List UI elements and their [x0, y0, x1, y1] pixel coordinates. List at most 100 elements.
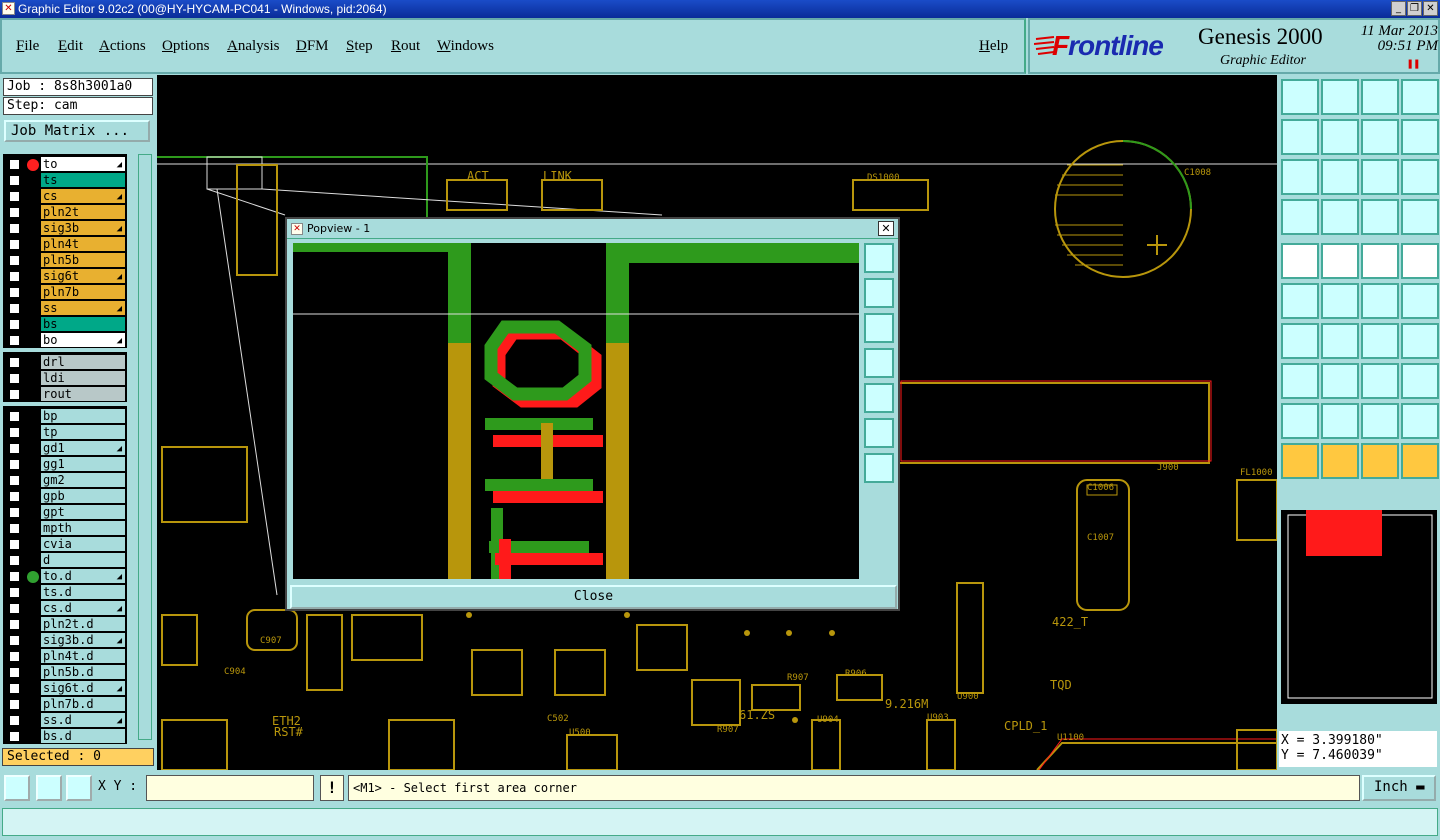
home-icon[interactable]: [1361, 79, 1399, 115]
layer-row[interactable]: d: [3, 552, 127, 568]
layer-name[interactable]: pln2t: [41, 205, 125, 219]
grid-icon[interactable]: [1321, 199, 1359, 235]
move-up-icon[interactable]: [1281, 79, 1319, 115]
layer-checkbox[interactable]: [9, 303, 20, 314]
layer-row[interactable]: bs.d: [3, 728, 127, 744]
layer-name[interactable]: sig3b.d ◢: [41, 633, 125, 647]
layer-checkbox[interactable]: [9, 523, 20, 534]
layer-name[interactable]: bs: [41, 317, 125, 331]
layer-checkbox[interactable]: [9, 255, 20, 266]
menu-file[interactable]: File: [16, 38, 39, 55]
popview-zoom-fit-button[interactable]: [864, 243, 894, 273]
layer-name[interactable]: ldi: [41, 371, 125, 385]
pointer-box-icon[interactable]: [1321, 443, 1359, 479]
layer-checkbox[interactable]: [9, 731, 20, 742]
layer-row[interactable]: drl: [3, 354, 127, 370]
layer-row[interactable]: sig6t.d ◢: [3, 680, 127, 696]
layer-checkbox[interactable]: [9, 335, 20, 346]
layer-row[interactable]: gpt: [3, 504, 127, 520]
layer-name[interactable]: cvia: [41, 537, 125, 551]
menu-actions[interactable]: Actions: [99, 38, 146, 55]
popview-close-button[interactable]: Close: [290, 585, 897, 609]
pan-left-icon[interactable]: [1281, 119, 1319, 155]
pad-tool-icon[interactable]: [1281, 363, 1319, 399]
layer-row[interactable]: sig6t ◢: [3, 268, 127, 284]
layer-checkbox[interactable]: [9, 191, 20, 202]
layer-name[interactable]: pln4t: [41, 237, 125, 251]
layer-row[interactable]: to.d ◢: [3, 568, 127, 584]
add-point2-icon[interactable]: [1401, 283, 1439, 319]
layer-row[interactable]: mpth: [3, 520, 127, 536]
select-box-icon[interactable]: [1401, 243, 1439, 279]
layer-row[interactable]: pln2t: [3, 204, 127, 220]
layer-name[interactable]: cs.d ◢: [41, 601, 125, 615]
redraw-icon[interactable]: [1401, 119, 1439, 155]
layer-name[interactable]: pln5b: [41, 253, 125, 267]
ruler-icon[interactable]: [1361, 243, 1399, 279]
connect-icon[interactable]: [1281, 283, 1319, 319]
layer-row[interactable]: pln2t.d: [3, 616, 127, 632]
layer-name[interactable]: pln2t.d: [41, 617, 125, 631]
popview-pan-left-button[interactable]: [864, 348, 894, 378]
layer-checkbox[interactable]: [9, 699, 20, 710]
layer-name[interactable]: pln7b.d: [41, 697, 125, 711]
menu-dfm[interactable]: DFM: [296, 38, 329, 55]
layer-row[interactable]: pln7b: [3, 284, 127, 300]
layer-name[interactable]: gd1 ◢: [41, 441, 125, 455]
popview-pan-down-button[interactable]: [864, 313, 894, 343]
edit-line-icon[interactable]: [1321, 363, 1359, 399]
layer-checkbox[interactable]: [9, 667, 20, 678]
layer-row[interactable]: cs ◢: [3, 188, 127, 204]
layer-checkbox[interactable]: [9, 427, 20, 438]
layer-row[interactable]: pln4t.d: [3, 648, 127, 664]
layer-checkbox[interactable]: [9, 175, 20, 186]
menu-edit[interactable]: Edit: [58, 38, 83, 55]
line-tool-icon[interactable]: [1321, 323, 1359, 359]
popview-zoom-out-button[interactable]: [864, 453, 894, 483]
popview-pan-right-button[interactable]: [864, 383, 894, 413]
layer-checkbox[interactable]: [9, 603, 20, 614]
popview-close-icon[interactable]: ✕: [878, 221, 894, 236]
layer-name[interactable]: to.d ◢: [41, 569, 125, 583]
layer-name[interactable]: pln5b.d: [41, 665, 125, 679]
pick-pad-icon[interactable]: [1281, 243, 1319, 279]
layer-row[interactable]: ldi: [3, 370, 127, 386]
layer-row[interactable]: gd1 ◢: [3, 440, 127, 456]
layer-checkbox[interactable]: [9, 411, 20, 422]
split-view-icon[interactable]: [1401, 79, 1439, 115]
layer-row[interactable]: bo ◢: [3, 332, 127, 348]
menu-help[interactable]: Help: [979, 38, 1008, 55]
layer-name[interactable]: ts: [41, 173, 125, 187]
layer-checkbox[interactable]: [9, 357, 20, 368]
menu-rout[interactable]: Rout: [391, 38, 420, 55]
menu-options[interactable]: Options: [162, 38, 210, 55]
layer-checkbox[interactable]: [9, 475, 20, 486]
layer-name[interactable]: to ◢: [41, 157, 125, 171]
layer-checkbox[interactable]: [9, 287, 20, 298]
pointer-icon[interactable]: [1281, 443, 1319, 479]
shapes-icon[interactable]: [1401, 363, 1439, 399]
scale-1-2-icon[interactable]: [1361, 159, 1399, 195]
layer-checkbox[interactable]: [9, 507, 20, 518]
layer-checkbox[interactable]: [9, 389, 20, 400]
layer-row[interactable]: pln5b.d: [3, 664, 127, 680]
popview-canvas[interactable]: [293, 243, 859, 579]
layer-checkbox[interactable]: [9, 459, 20, 470]
layer-row[interactable]: pln5b: [3, 252, 127, 268]
close-icon[interactable]: ✕: [1423, 1, 1438, 16]
layer-row[interactable]: ts: [3, 172, 127, 188]
layer-name[interactable]: ss ◢: [41, 301, 125, 315]
snap-mode-button[interactable]: [4, 775, 30, 801]
popview-pan-up-button[interactable]: [864, 278, 894, 308]
layer-row[interactable]: gpb: [3, 488, 127, 504]
layer-checkbox[interactable]: [9, 715, 20, 726]
unit-select[interactable]: Inch ▬: [1362, 775, 1436, 801]
angle-icon[interactable]: [1281, 323, 1319, 359]
layer-checkbox[interactable]: [9, 571, 20, 582]
layer-name[interactable]: bs.d: [41, 729, 125, 743]
layer-checkbox[interactable]: [9, 683, 20, 694]
layer-checkbox[interactable]: [9, 635, 20, 646]
layer-checkbox[interactable]: [9, 539, 20, 550]
layer-checkbox[interactable]: [9, 619, 20, 630]
layer-row[interactable]: sig3b.d ◢: [3, 632, 127, 648]
